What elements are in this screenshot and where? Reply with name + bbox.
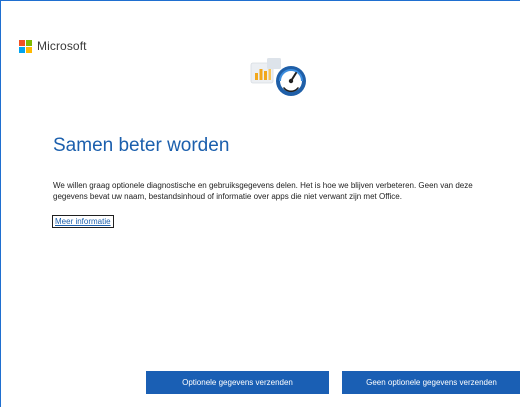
more-info-link[interactable]: Meer informatie: [52, 215, 114, 228]
brand-name: Microsoft: [37, 39, 87, 53]
no-optional-data-button[interactable]: Geen optionele gegevens verzenden: [342, 371, 520, 394]
brand-header: Microsoft: [19, 39, 87, 53]
dialog-window: Microsoft Samen beter worden We willen g…: [0, 0, 520, 407]
send-optional-data-button[interactable]: Optionele gegevens verzenden: [146, 371, 329, 394]
microsoft-logo-icon: [19, 39, 32, 53]
diagnostics-gauge-icon: [250, 58, 306, 96]
page-title: Samen beter worden: [53, 135, 230, 156]
privacy-description: We willen graag optionele diagnostische …: [53, 181, 473, 201]
